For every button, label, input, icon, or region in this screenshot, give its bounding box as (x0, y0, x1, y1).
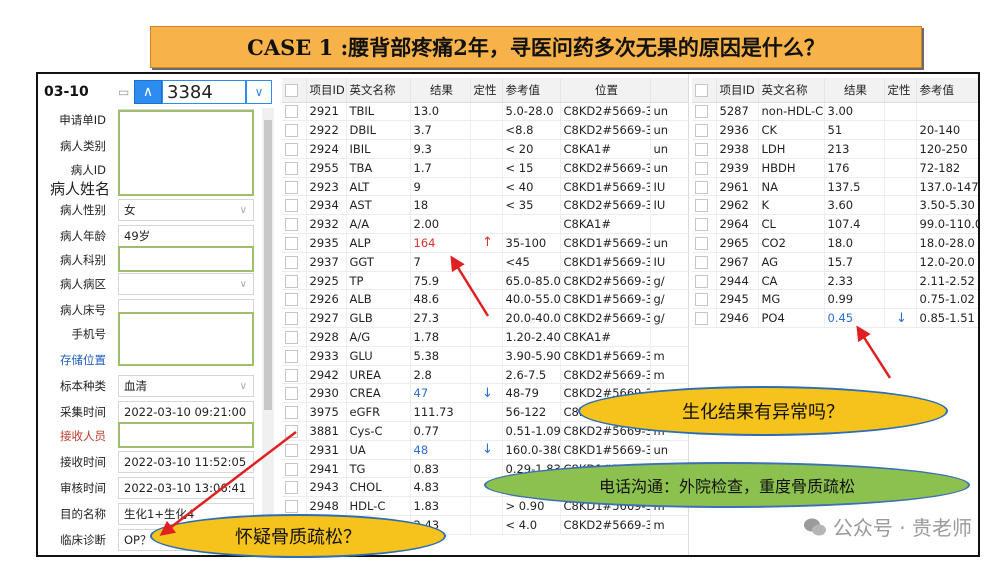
watermark-text: 公众号 · 贵老师 (832, 516, 972, 540)
wechat-icon (803, 517, 827, 537)
arrow-to-po4 (856, 325, 892, 379)
stage: CASE 1 :腰背部疼痛2年，寻医问药多次无果的原因是什么？ 03-10 ▭ … (0, 0, 1000, 567)
arrow-to-diagnosis (159, 431, 297, 536)
annotation-arrows (159, 255, 892, 536)
watermark: 公众号 · 贵老师 (803, 512, 972, 541)
arrow-to-alp (450, 255, 490, 317)
